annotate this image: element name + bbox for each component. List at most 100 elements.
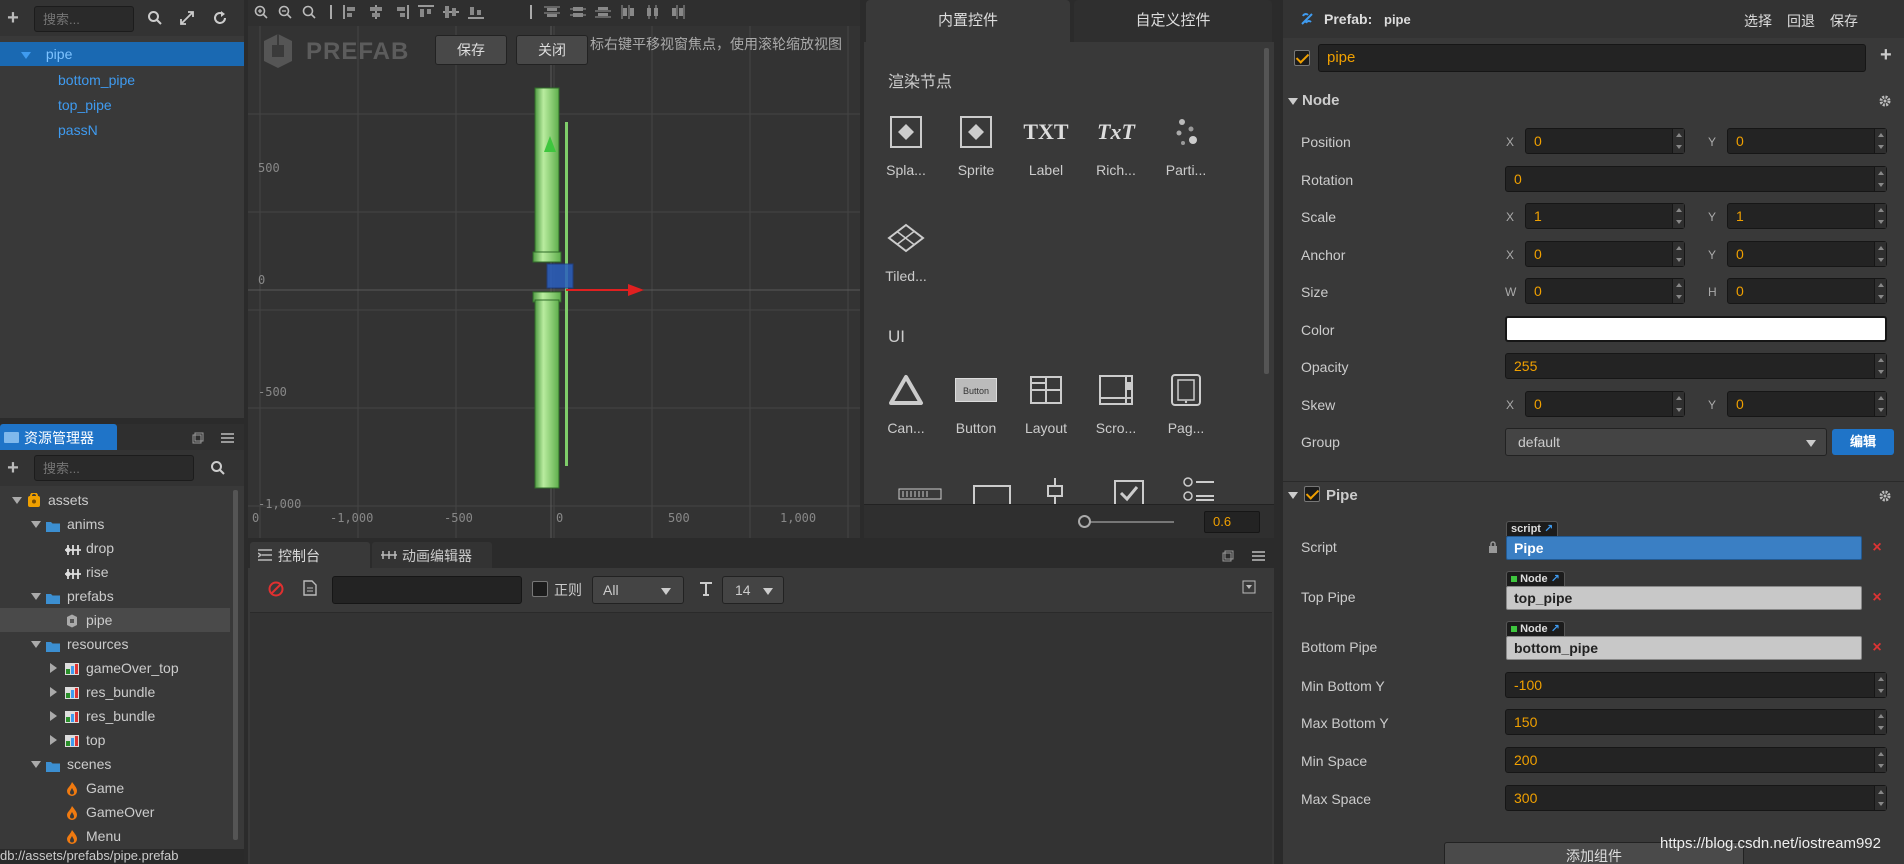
- assets-search-input[interactable]: [34, 455, 194, 481]
- hierarchy-node-passn[interactable]: passN: [58, 118, 98, 142]
- size-w-field[interactable]: 0: [1525, 278, 1685, 304]
- position-y-field[interactable]: 0: [1727, 128, 1887, 154]
- ctl-sprite[interactable]: Sprite: [942, 104, 1010, 180]
- asset-item-pipe[interactable]: pipe: [0, 608, 230, 632]
- save-prefab-button[interactable]: 保存: [1830, 11, 1858, 31]
- spinner-icon[interactable]: [1874, 167, 1886, 191]
- spinner-icon[interactable]: [1874, 279, 1886, 303]
- script-ref-field[interactable]: Pipe: [1506, 536, 1862, 560]
- top-pipe-ref-field[interactable]: top_pipe: [1506, 586, 1862, 610]
- distribute-top-icon[interactable]: [544, 5, 560, 19]
- tab-builtin-controls[interactable]: 内置控件: [866, 0, 1070, 42]
- tab-console[interactable]: 控制台: [250, 542, 370, 568]
- select-prefab-button[interactable]: 选择: [1744, 11, 1772, 31]
- tab-custom-controls[interactable]: 自定义控件: [1074, 0, 1272, 42]
- spinner-icon[interactable]: [1874, 392, 1886, 416]
- asset-item-resources[interactable]: resources: [0, 632, 230, 656]
- edit-group-button[interactable]: 编辑: [1832, 429, 1894, 455]
- gear-icon[interactable]: [1878, 94, 1892, 108]
- min-space-field[interactable]: 200: [1505, 747, 1887, 773]
- spinner-icon[interactable]: [1874, 129, 1886, 153]
- hierarchy-node-top-pipe[interactable]: top_pipe: [58, 93, 112, 117]
- color-swatch[interactable]: [1505, 316, 1887, 342]
- collapse-icon[interactable]: [31, 521, 41, 528]
- distribute-left-icon[interactable]: [620, 5, 636, 19]
- distribute-right-icon[interactable]: [670, 5, 686, 19]
- asset-item-rise[interactable]: rise: [0, 560, 230, 584]
- revert-prefab-button[interactable]: 回退: [1787, 11, 1815, 31]
- open-external-icon[interactable]: ↗: [1551, 573, 1560, 585]
- open-log-file-icon[interactable]: [303, 580, 317, 596]
- clear-ref-icon[interactable]: ×: [1870, 590, 1884, 606]
- popout-icon[interactable]: [192, 432, 204, 444]
- max-bottom-y-field[interactable]: 150: [1505, 709, 1887, 735]
- add-node-icon[interactable]: +: [4, 6, 22, 30]
- zoom-value-field[interactable]: 0.6: [1204, 511, 1260, 533]
- ctl-layout[interactable]: Layout: [1012, 362, 1080, 438]
- asset-item-top[interactable]: top: [0, 728, 230, 752]
- clear-ref-icon[interactable]: ×: [1870, 640, 1884, 656]
- distribute-vcenter-icon[interactable]: [570, 5, 586, 19]
- scene-canvas[interactable]: PREFAB 保存 关闭 标右键平移视窗焦点，使用滚轮缩放视图 500 0 -5…: [248, 26, 860, 538]
- open-external-icon[interactable]: ↗: [1551, 623, 1560, 635]
- tab-animation-editor[interactable]: 动画编辑器: [372, 542, 492, 568]
- popout-icon[interactable]: [1222, 550, 1234, 562]
- slider-icon[interactable]: [1042, 478, 1068, 506]
- collapse-icon[interactable]: [31, 761, 41, 768]
- console-log-area[interactable]: [250, 612, 1272, 864]
- zoom-out-icon[interactable]: [278, 5, 292, 19]
- assets-tab[interactable]: 资源管理器: [0, 424, 117, 450]
- hierarchy-node-bottom-pipe[interactable]: bottom_pipe: [58, 68, 135, 92]
- add-asset-icon[interactable]: +: [4, 456, 22, 480]
- menu-icon[interactable]: [221, 432, 234, 444]
- align-top-icon[interactable]: [418, 5, 434, 19]
- collapse-icon[interactable]: [21, 51, 31, 59]
- search-icon[interactable]: [147, 10, 163, 26]
- zoom-in-icon[interactable]: [254, 5, 268, 19]
- collapse-icon[interactable]: [12, 497, 22, 504]
- asset-item-gameover-top[interactable]: gameOver_top: [0, 656, 230, 680]
- asset-item-gameover[interactable]: GameOver: [0, 800, 230, 824]
- expand-icon[interactable]: [179, 10, 195, 26]
- scale-x-field[interactable]: 1: [1525, 203, 1685, 229]
- gear-icon[interactable]: [1878, 489, 1892, 503]
- add-component-plus-icon[interactable]: +: [1880, 44, 1892, 67]
- skew-y-field[interactable]: 0: [1727, 391, 1887, 417]
- spinner-icon[interactable]: [1874, 786, 1886, 810]
- regex-checkbox[interactable]: [532, 581, 548, 597]
- node-section-header[interactable]: Node: [1280, 88, 1904, 116]
- expand-icon[interactable]: [50, 663, 57, 673]
- pipe-enabled-checkbox[interactable]: [1304, 486, 1320, 502]
- spinner-icon[interactable]: [1672, 129, 1684, 153]
- expand-icon[interactable]: [50, 687, 57, 697]
- spinner-icon[interactable]: [1874, 748, 1886, 772]
- collapse-icon[interactable]: [31, 641, 41, 648]
- console-filter-input[interactable]: [332, 576, 522, 604]
- spinner-icon[interactable]: [1874, 204, 1886, 228]
- position-x-field[interactable]: 0: [1525, 128, 1685, 154]
- expand-icon[interactable]: [50, 735, 57, 745]
- hierarchy-node-pipe[interactable]: pipe: [0, 42, 244, 66]
- assets-scrollbar[interactable]: [233, 490, 238, 840]
- toggle-icon[interactable]: [1114, 480, 1144, 506]
- spinner-icon[interactable]: [1672, 242, 1684, 266]
- ctl-button[interactable]: Button Button: [942, 362, 1010, 438]
- spinner-icon[interactable]: [1672, 392, 1684, 416]
- toggle-group-icon[interactable]: [1182, 476, 1216, 504]
- zoom-slider-thumb[interactable]: [1078, 515, 1091, 528]
- collapse-panel-icon[interactable]: [1242, 580, 1256, 594]
- asset-item-menu[interactable]: Menu: [0, 824, 230, 848]
- size-h-field[interactable]: 0: [1727, 278, 1887, 304]
- min-bottom-y-field[interactable]: -100: [1505, 672, 1887, 698]
- refresh-icon[interactable]: [212, 10, 228, 26]
- spinner-icon[interactable]: [1672, 279, 1684, 303]
- log-level-select[interactable]: All: [592, 576, 684, 604]
- spinner-icon[interactable]: [1672, 204, 1684, 228]
- align-hcenter-icon[interactable]: [368, 5, 384, 19]
- scale-y-field[interactable]: 1: [1727, 203, 1887, 229]
- spinner-icon[interactable]: [1874, 242, 1886, 266]
- asset-item-anims[interactable]: anims: [0, 512, 230, 536]
- align-right-icon[interactable]: [393, 5, 409, 19]
- inspector-scrollbar[interactable]: [1280, 0, 1283, 864]
- progressbar-icon[interactable]: [898, 488, 942, 500]
